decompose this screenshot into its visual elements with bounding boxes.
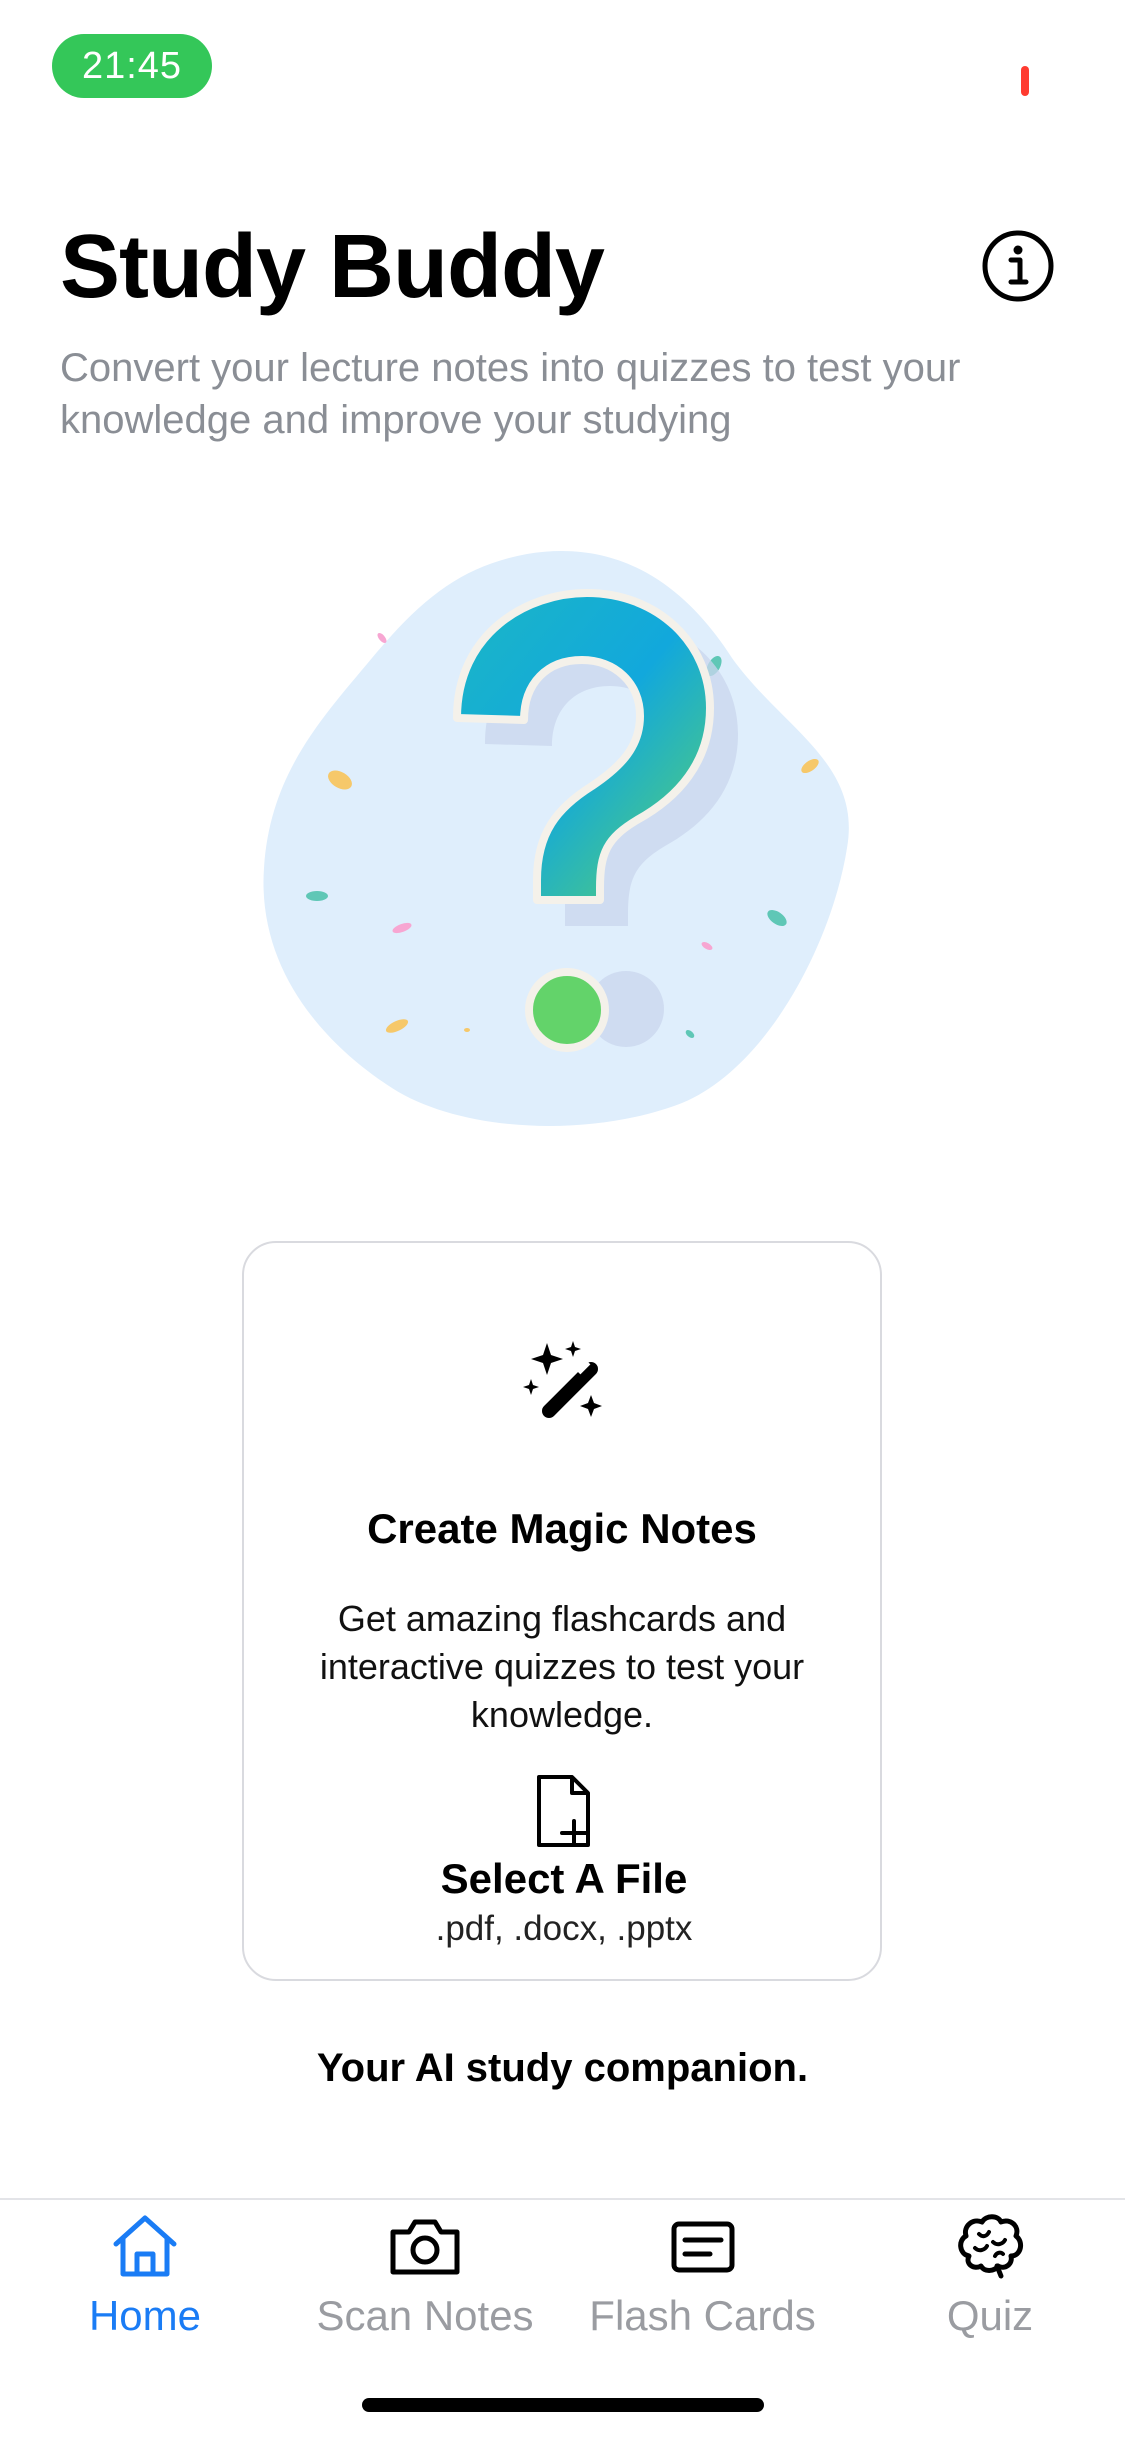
status-time: 21:45 bbox=[52, 34, 212, 98]
page-subtitle: Convert your lecture notes into quizzes … bbox=[60, 346, 961, 442]
tab-quiz-label: Quiz bbox=[946, 2292, 1034, 2339]
file-plus-icon bbox=[537, 1775, 590, 1847]
brain-icon bbox=[958, 2214, 1024, 2279]
tab-quiz[interactable]: Quiz bbox=[900, 2212, 1080, 2362]
tab-home[interactable]: Home bbox=[60, 2212, 230, 2362]
tab-scan-notes[interactable]: Scan Notes bbox=[300, 2212, 550, 2362]
info-button[interactable] bbox=[980, 228, 1056, 304]
magic-wand-icon bbox=[523, 1341, 602, 1418]
magic-notes-card: Create Magic Notes Get amazing flashcard… bbox=[242, 1241, 882, 1981]
tab-home-label: Home bbox=[88, 2292, 202, 2339]
tagline: Your AI study companion. bbox=[316, 2046, 809, 2090]
file-types-hint: .pdf, .docx, .pptx bbox=[435, 1909, 693, 1948]
tab-flash-cards-label: Flash Cards bbox=[589, 2292, 816, 2339]
page-title: Study Buddy bbox=[60, 217, 605, 317]
tab-scan-notes-label: Scan Notes bbox=[316, 2292, 534, 2339]
hero-illustration bbox=[262, 548, 862, 1128]
home-indicator bbox=[362, 2398, 764, 2412]
select-file-label: Select A File bbox=[440, 1855, 688, 1902]
select-file-button[interactable]: Select A File .pdf, .docx, .pptx bbox=[364, 1773, 764, 1963]
recording-indicator bbox=[1021, 66, 1029, 96]
card-description: Get amazing flashcards and interactive q… bbox=[319, 1598, 805, 1735]
question-mark-icon bbox=[263, 551, 849, 1126]
camera-icon bbox=[390, 2219, 460, 2275]
house-icon bbox=[113, 2215, 177, 2277]
tab-flash-cards[interactable]: Flash Cards bbox=[580, 2212, 825, 2362]
card-lines-icon bbox=[671, 2221, 734, 2273]
card-title: Create Magic Notes bbox=[367, 1505, 757, 1552]
info-circle-icon bbox=[982, 230, 1054, 302]
